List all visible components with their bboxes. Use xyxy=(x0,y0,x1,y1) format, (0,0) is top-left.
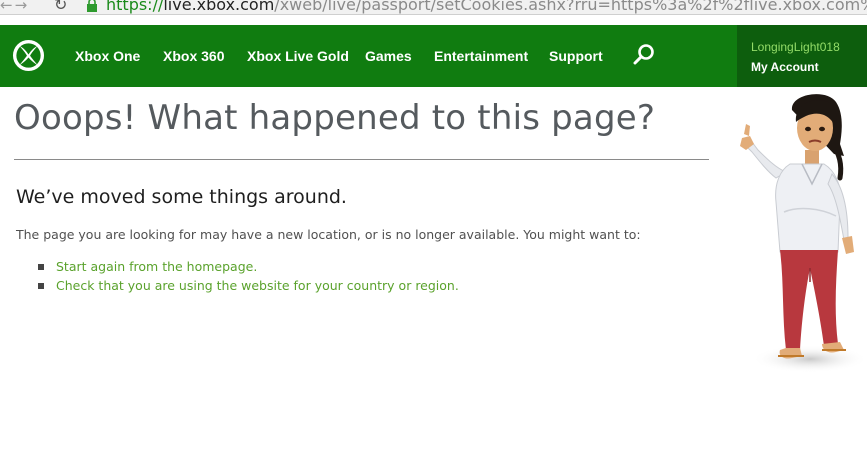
page-title: Ooops! What happened to this page? xyxy=(14,98,656,138)
title-divider xyxy=(14,159,709,160)
address-url[interactable]: https://live.xbox.com/xweb/live/passport… xyxy=(106,0,867,14)
suggestion-list: Start again from the homepage. Check tha… xyxy=(38,259,459,297)
error-description: The page you are looking for may have a … xyxy=(16,227,641,242)
xbox-logo-icon[interactable] xyxy=(12,39,45,72)
nav-games[interactable]: Games xyxy=(365,48,412,64)
back-arrow-icon[interactable]: ← xyxy=(0,0,15,14)
bullet xyxy=(38,283,44,289)
avatar-illustration xyxy=(740,94,867,373)
bullet xyxy=(38,264,44,270)
url-path: /xweb/live/passport/setCookies.ashx?rru=… xyxy=(274,0,867,14)
list-item: Start again from the homepage. xyxy=(38,259,459,278)
browser-nav-arrows: ←→ xyxy=(0,0,30,14)
browser-address-bar: ←→ ↻ https://live.xbox.com/xweb/live/pas… xyxy=(0,0,867,15)
reload-icon[interactable]: ↻ xyxy=(54,0,67,14)
country-region-link[interactable]: Check that you are using the website for… xyxy=(56,278,459,293)
nav-xbox-one[interactable]: Xbox One xyxy=(75,48,140,64)
site-header: Xbox One Xbox 360 Xbox Live Gold Games E… xyxy=(0,25,867,87)
nav-xbox-live-gold[interactable]: Xbox Live Gold xyxy=(247,48,349,64)
search-icon[interactable] xyxy=(632,43,656,67)
gamertag[interactable]: LongingLight018 xyxy=(751,40,840,54)
nav-xbox-360[interactable]: Xbox 360 xyxy=(163,48,224,64)
list-item: Check that you are using the website for… xyxy=(38,278,459,297)
account-panel: LongingLight018 My Account xyxy=(737,25,867,87)
url-scheme: https:// xyxy=(106,0,164,14)
my-account-link[interactable]: My Account xyxy=(751,60,819,74)
nav-entertainment[interactable]: Entertainment xyxy=(434,48,528,64)
sub-heading: We’ve moved some things around. xyxy=(16,186,347,208)
homepage-link[interactable]: Start again from the homepage. xyxy=(56,259,257,274)
lock-icon xyxy=(87,0,97,12)
nav-support[interactable]: Support xyxy=(549,48,603,64)
url-host: live.xbox.com xyxy=(163,0,275,14)
forward-arrow-icon[interactable]: → xyxy=(15,0,30,14)
